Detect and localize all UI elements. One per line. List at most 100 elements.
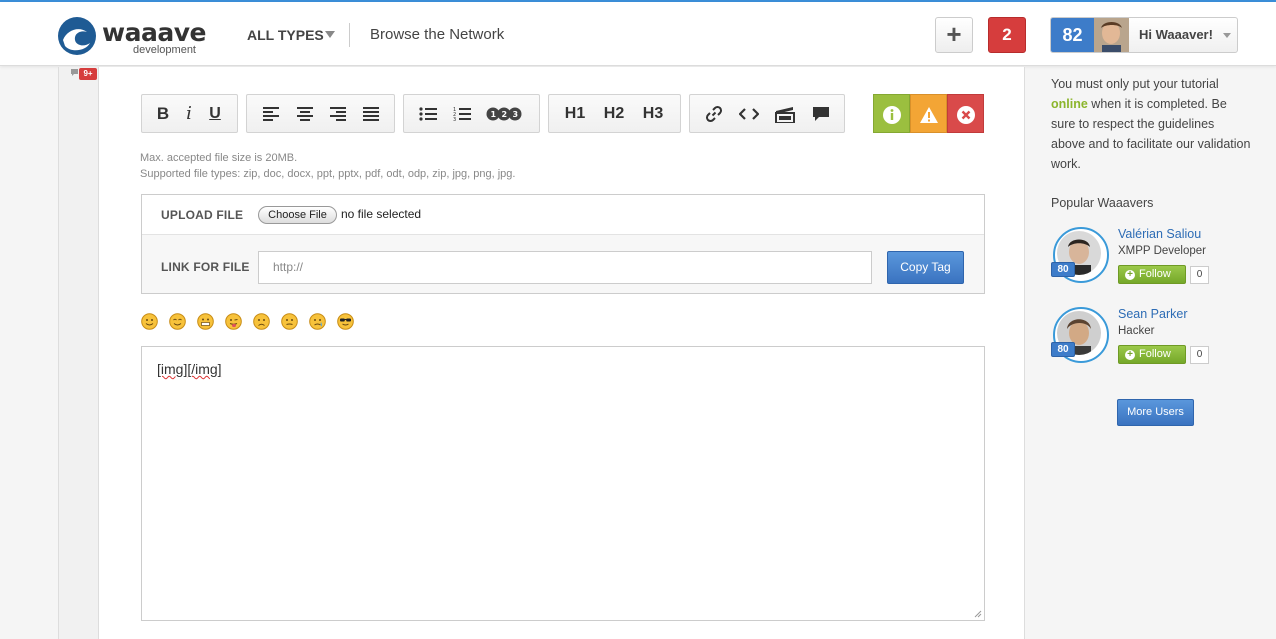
- warning-icon: [919, 106, 938, 123]
- error-button[interactable]: [947, 94, 984, 133]
- ordered-steps-button[interactable]: 123: [484, 95, 526, 132]
- insert-group: [689, 94, 845, 133]
- warning-button[interactable]: [910, 94, 947, 133]
- italic-button[interactable]: i: [176, 95, 202, 132]
- svg-text:2: 2: [502, 110, 508, 119]
- heading2-button[interactable]: H2: [598, 95, 630, 132]
- no-file-status: no file selected: [341, 207, 422, 221]
- logo[interactable]: waaave development: [57, 16, 207, 58]
- resize-handle-icon[interactable]: [974, 610, 982, 618]
- user-score-badge: 82: [1051, 18, 1094, 52]
- speech-bubble-icon: [813, 106, 829, 121]
- choose-file-button[interactable]: Choose File: [258, 206, 337, 224]
- left-rail: [58, 67, 99, 639]
- svg-text:3: 3: [453, 117, 456, 122]
- img-close-tag: [/img]: [187, 361, 222, 377]
- bullet-list-button[interactable]: [414, 95, 442, 132]
- left-rail-badge: 9+: [79, 68, 97, 80]
- img-open-tag: [img]: [157, 361, 188, 377]
- align-center-icon: [297, 106, 313, 121]
- caret-down-icon[interactable]: [325, 31, 335, 38]
- logo-subtitle: development: [133, 44, 196, 56]
- code-icon: [738, 107, 760, 120]
- align-left-icon: [263, 106, 279, 121]
- sad-emoji-icon[interactable]: [253, 313, 270, 330]
- header: waaave development ALL TYPES Browse the …: [0, 2, 1276, 66]
- logo-word: waaave: [102, 18, 206, 47]
- bold-button[interactable]: B: [150, 95, 176, 132]
- sidebar-notice: You must only put your tutorial online w…: [1051, 74, 1251, 174]
- close-circle-icon: [956, 105, 975, 124]
- user-greeting: Hi Waaaver!: [1139, 27, 1213, 42]
- user-name-link[interactable]: Valérian Saliou: [1118, 227, 1201, 241]
- max-size-note: Max. accepted file size is 20MB.: [140, 152, 298, 164]
- numbered-list-icon: 123: [453, 107, 471, 123]
- info-button[interactable]: [873, 94, 910, 133]
- underline-button[interactable]: U: [202, 95, 228, 132]
- heading1-button[interactable]: H1: [559, 95, 591, 132]
- link-icon: [705, 105, 723, 122]
- header-divider: [349, 23, 350, 47]
- insert-link-button[interactable]: [700, 95, 728, 132]
- cool-sunglasses-emoji-icon[interactable]: [337, 313, 354, 330]
- browse-network-link[interactable]: Browse the Network: [370, 26, 504, 43]
- popular-waaavers-title: Popular Waaavers: [1051, 196, 1154, 210]
- neutral-emoji-icon[interactable]: [281, 313, 298, 330]
- plus-circle-icon: +: [1125, 350, 1135, 360]
- follow-button[interactable]: + Follow: [1118, 345, 1186, 364]
- insert-code-button[interactable]: [735, 95, 763, 132]
- file-types-note: Supported file types: zip, doc, docx, pp…: [140, 168, 516, 180]
- more-users-button[interactable]: More Users: [1117, 399, 1194, 426]
- popular-user-card: 80 Valérian Saliou XMPP Developer + Follo…: [1051, 227, 1251, 297]
- insert-quote-button[interactable]: [807, 95, 835, 132]
- align-justify-button[interactable]: [357, 95, 385, 132]
- follow-label: Follow: [1139, 348, 1171, 360]
- follow-button[interactable]: + Follow: [1118, 265, 1186, 284]
- notice-text-start: You must only put your tutorial: [1051, 77, 1219, 91]
- follow-label: Follow: [1139, 268, 1171, 280]
- link-for-file-label: LINK FOR FILE: [161, 260, 250, 274]
- cry-emoji-icon[interactable]: [309, 313, 326, 330]
- user-menu[interactable]: 82 Hi Waaaver!: [1050, 17, 1238, 53]
- insert-media-button[interactable]: [771, 95, 799, 132]
- popular-user-card: 80 Sean Parker Hacker + Follow 0: [1051, 307, 1251, 377]
- numbered-circles-icon: 123: [486, 107, 522, 121]
- svg-text:1: 1: [491, 110, 497, 119]
- align-right-icon: [330, 106, 346, 121]
- tongue-emoji-icon[interactable]: [225, 313, 242, 330]
- align-right-button[interactable]: [324, 95, 352, 132]
- blush-emoji-icon[interactable]: [169, 313, 186, 330]
- bullet-list-icon: [419, 107, 437, 121]
- upload-row: UPLOAD FILE Choose File no file selected: [142, 195, 984, 235]
- follower-count: 0: [1190, 266, 1209, 284]
- clapperboard-icon: [775, 106, 795, 124]
- svg-text:3: 3: [513, 110, 519, 119]
- info-icon: [882, 105, 901, 124]
- align-left-button[interactable]: [257, 95, 285, 132]
- upload-file-label: UPLOAD FILE: [161, 208, 244, 222]
- list-group: 123 123: [403, 94, 540, 133]
- user-role: Hacker: [1118, 325, 1155, 337]
- smile-emoji-icon[interactable]: [141, 313, 158, 330]
- follower-count: 0: [1190, 346, 1209, 364]
- user-name-link[interactable]: Sean Parker: [1118, 307, 1187, 321]
- format-group: B i U: [141, 94, 238, 133]
- align-group: [246, 94, 395, 133]
- tutorial-editor-textarea[interactable]: [img][/img]: [141, 346, 985, 621]
- all-types-dropdown[interactable]: ALL TYPES: [247, 27, 324, 43]
- add-button[interactable]: +: [935, 17, 973, 53]
- user-role: XMPP Developer: [1118, 245, 1206, 257]
- heading-group: H1 H2 H3: [548, 94, 681, 133]
- notification-count-button[interactable]: 2: [988, 17, 1026, 53]
- copy-tag-button[interactable]: Copy Tag: [887, 251, 964, 284]
- heading3-button[interactable]: H3: [637, 95, 669, 132]
- notice-highlight: online: [1051, 97, 1088, 111]
- user-score-badge: 80: [1051, 342, 1075, 357]
- numbered-list-button[interactable]: 123: [448, 95, 476, 132]
- align-justify-icon: [363, 106, 379, 121]
- align-center-button[interactable]: [291, 95, 319, 132]
- editor-content: [img][/img]: [157, 361, 222, 377]
- grin-emoji-icon[interactable]: [197, 313, 214, 330]
- link-url-input[interactable]: http://: [258, 251, 872, 284]
- waaave-logo-icon: [58, 17, 96, 55]
